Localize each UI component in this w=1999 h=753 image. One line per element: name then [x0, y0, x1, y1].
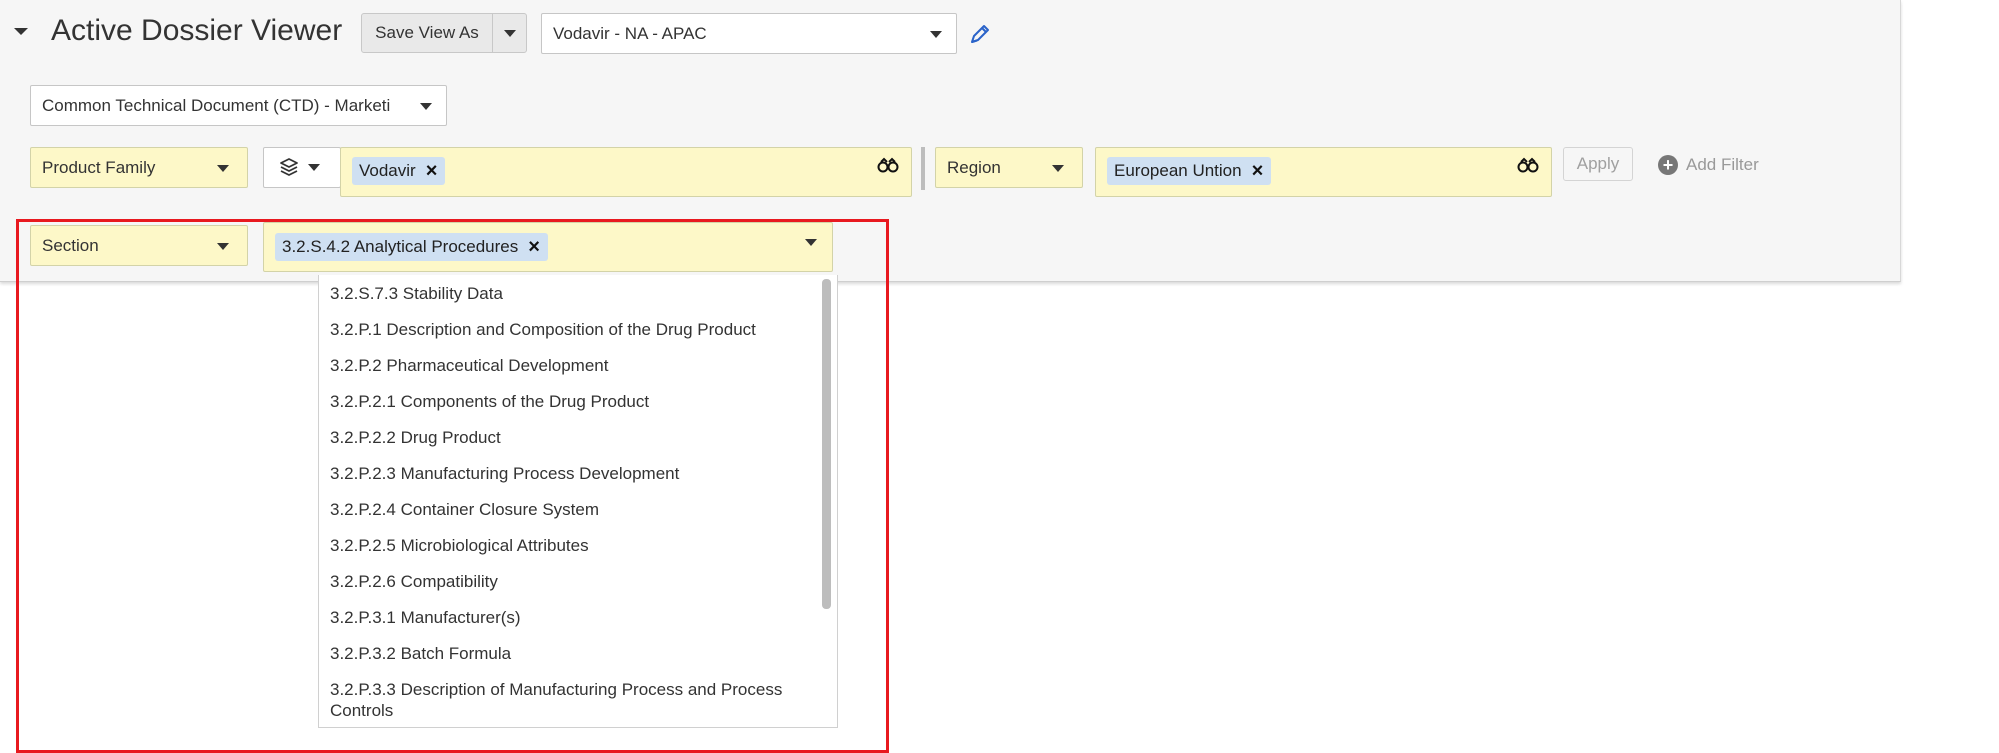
- add-filter-button[interactable]: + Add Filter: [1658, 152, 1759, 177]
- save-view-as-button[interactable]: Save View As: [361, 13, 493, 53]
- highlight-box: [16, 219, 889, 753]
- chevron-down-icon: [420, 102, 432, 110]
- layers-icon: [280, 157, 298, 176]
- apply-button[interactable]: Apply: [1563, 147, 1633, 181]
- chevron-down-icon: [308, 164, 320, 171]
- add-filter-label: Add Filter: [1686, 154, 1759, 174]
- saved-view-select[interactable]: Vodavir - NA - APAC: [541, 13, 957, 54]
- product-family-chip: Vodavir ×: [352, 157, 446, 185]
- chip-label: European Untion: [1114, 161, 1242, 180]
- region-value-field[interactable]: European Untion ×: [1095, 147, 1552, 197]
- collapse-caret-icon[interactable]: [14, 28, 28, 35]
- chevron-down-icon: [1052, 164, 1064, 172]
- product-family-field-select[interactable]: Product Family: [30, 147, 248, 188]
- chip-label: Vodavir: [359, 161, 416, 180]
- region-field-select[interactable]: Region: [935, 147, 1083, 188]
- saved-view-value: Vodavir - NA - APAC: [553, 23, 707, 43]
- document-type-select[interactable]: Common Technical Document (CTD) - Market…: [30, 85, 447, 126]
- edit-pencil-icon[interactable]: [967, 21, 993, 47]
- chevron-down-icon: [930, 30, 942, 38]
- filter-divider: [921, 147, 925, 190]
- product-family-value-field[interactable]: Vodavir ×: [340, 147, 912, 197]
- hierarchy-toggle-button[interactable]: [263, 147, 341, 188]
- remove-chip-icon[interactable]: ×: [1252, 161, 1264, 181]
- binoculars-icon[interactable]: [1517, 156, 1539, 179]
- product-family-label: Product Family: [42, 157, 156, 177]
- save-view-dropdown-button[interactable]: [492, 13, 527, 53]
- chevron-down-icon: [217, 164, 229, 172]
- region-chip: European Untion ×: [1107, 157, 1272, 185]
- binoculars-icon[interactable]: [877, 156, 899, 179]
- add-circle-icon: +: [1658, 154, 1678, 175]
- document-type-value: Common Technical Document (CTD) - Market…: [42, 95, 391, 115]
- page-title: Active Dossier Viewer: [51, 14, 343, 47]
- region-label: Region: [947, 157, 1001, 177]
- remove-chip-icon[interactable]: ×: [426, 161, 438, 181]
- chevron-down-icon: [503, 29, 516, 37]
